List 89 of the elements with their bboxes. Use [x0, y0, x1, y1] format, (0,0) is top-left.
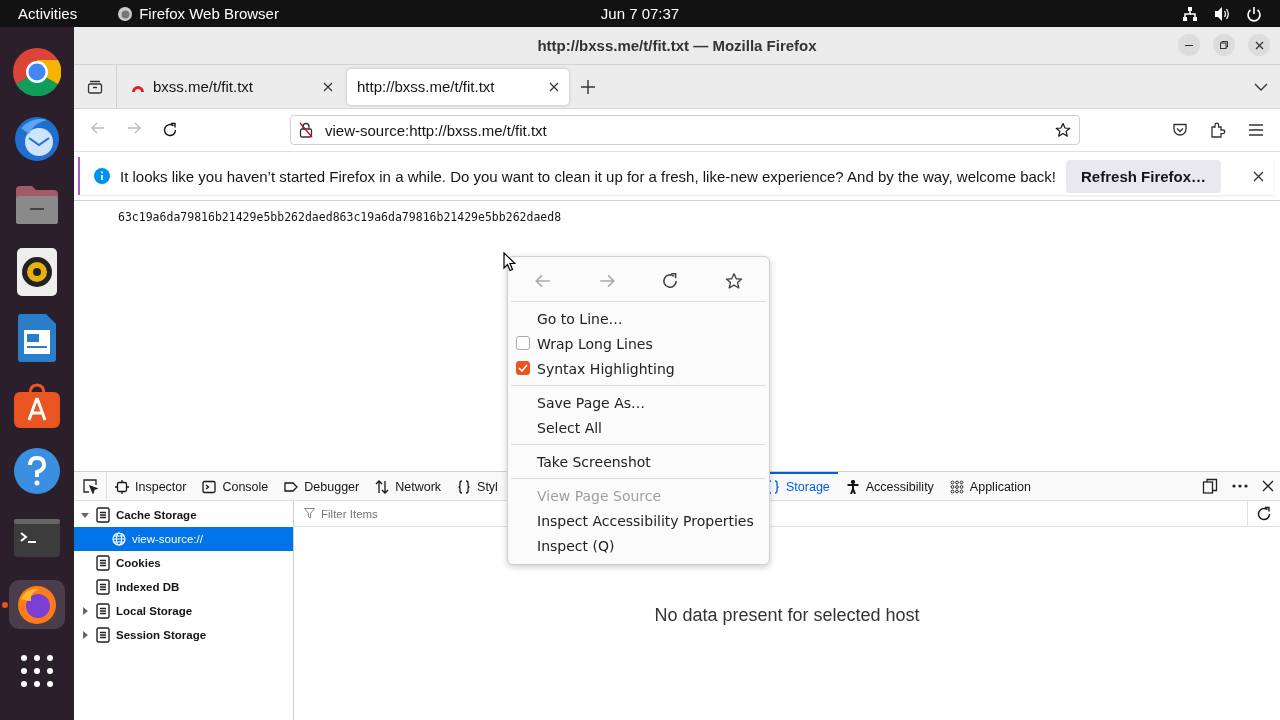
- pocket-icon[interactable]: [1172, 122, 1188, 138]
- database-icon: [96, 555, 110, 571]
- tag-icon: [284, 480, 299, 494]
- power-icon[interactable]: [1246, 5, 1262, 22]
- devtools-tab[interactable]: Console: [194, 472, 277, 500]
- more-icon[interactable]: [1232, 484, 1248, 488]
- folder-icon[interactable]: [14, 184, 60, 226]
- tree-item[interactable]: Indexed DB: [74, 575, 293, 599]
- menu-icon[interactable]: [1248, 122, 1264, 138]
- reload-icon[interactable]: [661, 272, 680, 290]
- chevron-down-icon[interactable]: [1254, 82, 1268, 91]
- tab-list-icon[interactable]: [87, 78, 103, 95]
- close-tab-icon[interactable]: [549, 81, 559, 92]
- devtools-tab[interactable]: Styl: [449, 472, 506, 500]
- firefox-icon: [117, 5, 134, 22]
- devtools-tab[interactable]: Application: [941, 472, 1039, 500]
- info-icon: [94, 168, 110, 184]
- volume-icon[interactable]: [1214, 5, 1230, 22]
- checkbox[interactable]: [516, 361, 530, 375]
- notification-message: It looks like you haven’t started Firefox in a while. Do you want to clean it up for a fresh, like-new experience? And by the way, welcome back!: [120, 167, 1057, 185]
- browser-tab[interactable]: http://bxss.me/t/fit.txt: [347, 68, 569, 105]
- menu-item[interactable]: Syntax Highlighting: [508, 356, 769, 381]
- shopping-bag-icon[interactable]: [14, 381, 60, 428]
- mail-icon[interactable]: [13, 114, 61, 163]
- checkbox[interactable]: [516, 336, 530, 350]
- browser-tab[interactable]: bxss.me/t/fit.txt: [121, 68, 343, 105]
- expanded-arrow-icon[interactable]: [81, 511, 89, 519]
- plus-icon[interactable]: [581, 79, 595, 94]
- firefox-icon[interactable]: [17, 584, 57, 625]
- refresh-button[interactable]: Refresh Firefox…: [1066, 159, 1222, 193]
- menu-item[interactable]: Select All: [508, 415, 769, 440]
- devtools-tab[interactable]: Inspector: [107, 472, 195, 500]
- devtools-tab[interactable]: Accessibility: [837, 472, 942, 500]
- tree-item[interactable]: Local Storage: [74, 599, 293, 623]
- devtools-tab[interactable]: Network: [367, 472, 450, 500]
- puzzle-icon[interactable]: [1210, 122, 1226, 138]
- window-title: http://bxss.me/t/fit.txt — Mozilla Firefox: [537, 37, 817, 54]
- database-icon: [96, 507, 110, 523]
- terminal-prompt-icon: [202, 480, 217, 494]
- reload-icon[interactable]: [1256, 505, 1272, 522]
- collapsed-arrow-icon[interactable]: [81, 631, 89, 639]
- crossed-lock-icon: [299, 122, 313, 138]
- close-button[interactable]: [1248, 34, 1270, 56]
- tree-item[interactable]: view-source://: [74, 527, 293, 551]
- person-icon: [845, 480, 860, 494]
- menu-item[interactable]: Take Screenshot: [508, 449, 769, 474]
- dots-grid-icon: [949, 480, 964, 494]
- app-name[interactable]: Firefox Web Browser: [139, 5, 279, 22]
- star-icon[interactable]: [1055, 122, 1071, 138]
- restore-button[interactable]: [1213, 34, 1235, 56]
- braces-icon: [457, 480, 472, 494]
- globe-icon: [112, 532, 126, 546]
- help-icon[interactable]: [14, 448, 60, 495]
- close-tab-icon[interactable]: [323, 81, 333, 92]
- speaker-icon[interactable]: [17, 247, 57, 296]
- network-icon[interactable]: [1182, 5, 1198, 22]
- address-bar[interactable]: view-source:http://bxss.me/t/fit.txt: [290, 115, 1080, 145]
- restore-icon: [1220, 41, 1228, 49]
- document-icon[interactable]: [18, 314, 56, 363]
- database-icon: [96, 627, 110, 643]
- filter-icon: [304, 508, 315, 519]
- devtools-tab[interactable]: Debugger: [276, 472, 368, 500]
- dock-side-icon[interactable]: [1202, 478, 1218, 494]
- menu-item[interactable]: Inspect (Q): [508, 533, 769, 558]
- tree-item[interactable]: Cache Storage: [74, 503, 293, 527]
- menu-item[interactable]: Wrap Long Lines: [508, 331, 769, 356]
- reload-icon[interactable]: [162, 122, 178, 138]
- star-icon[interactable]: [725, 272, 744, 290]
- terminal-icon[interactable]: [14, 518, 60, 557]
- menu-item[interactable]: Save Page As…: [508, 390, 769, 415]
- close-icon[interactable]: [1262, 480, 1274, 492]
- element-picker-icon[interactable]: [82, 478, 98, 494]
- square-icon: [115, 480, 129, 494]
- tree-item[interactable]: Cookies: [74, 551, 293, 575]
- activities-button[interactable]: Activities: [18, 5, 78, 22]
- close-icon[interactable]: [1253, 170, 1265, 182]
- database-icon: [96, 579, 110, 595]
- menu-item[interactable]: Go to Line…: [508, 306, 769, 331]
- empty-message: No data present for selected host: [654, 605, 920, 626]
- tree-item[interactable]: Session Storage: [74, 623, 293, 647]
- collapsed-arrow-icon[interactable]: [81, 607, 89, 615]
- database-icon: [96, 603, 110, 619]
- close-icon: [1254, 40, 1264, 50]
- chrome-icon[interactable]: [13, 47, 61, 96]
- up-down-arrows-icon: [375, 480, 390, 494]
- menu-item[interactable]: Inspect Accessibility Properties: [508, 508, 769, 533]
- clock[interactable]: Jun 7 07:37: [600, 5, 680, 22]
- app-grid-icon[interactable]: [21, 655, 53, 688]
- source-text: 63c19a6da79816b21429e5bb262daed863c19a6da79816b21429e5bb262daed8: [118, 210, 562, 224]
